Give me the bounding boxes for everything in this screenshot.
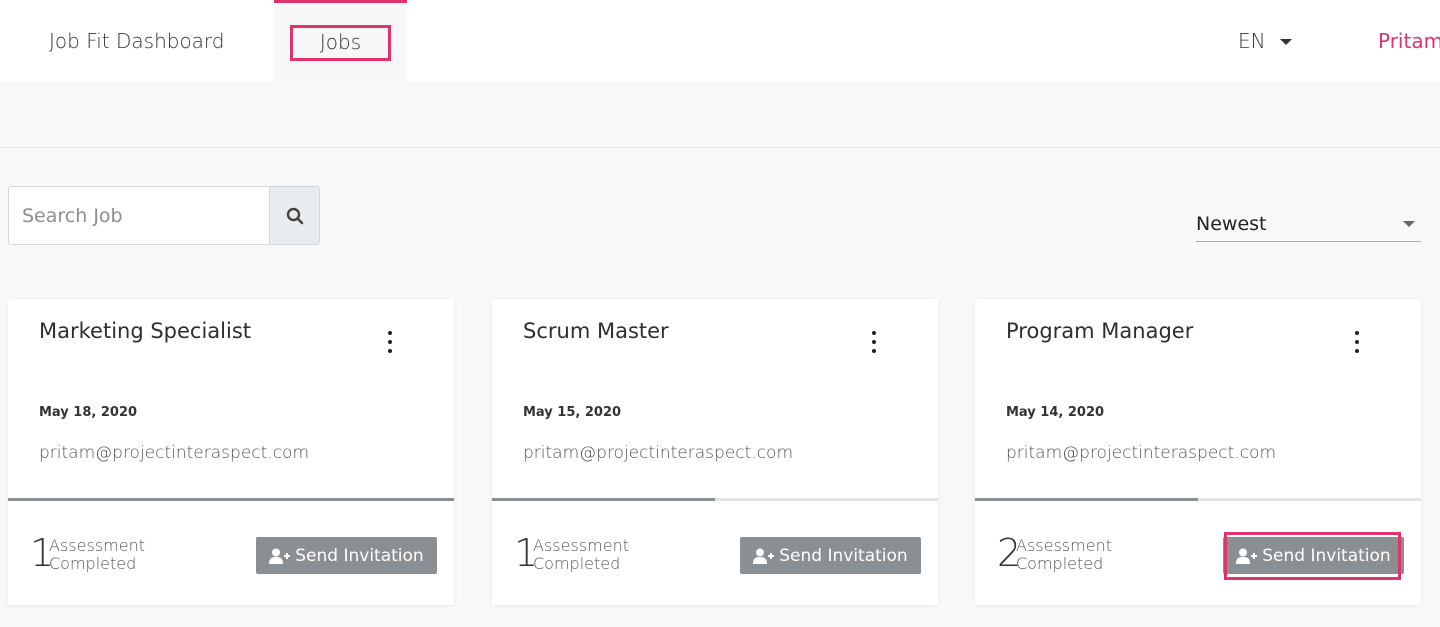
assessment-progress-bar xyxy=(492,498,938,501)
assessment-count-label: Assessment Completed xyxy=(49,537,145,573)
caret-down-icon xyxy=(1403,220,1415,227)
nav-dashboard-label: Job Fit Dashboard xyxy=(49,29,225,53)
nav-job-fit-dashboard[interactable]: Job Fit Dashboard xyxy=(49,0,225,82)
progress-fill xyxy=(492,498,715,501)
count-label-line-2: Completed xyxy=(533,554,621,573)
count-label-line-1: Assessment xyxy=(49,536,145,555)
language-label: EN xyxy=(1238,29,1266,53)
job-email: pritam@projectinteraspect.com xyxy=(523,443,794,463)
assessment-count-label: Assessment Completed xyxy=(533,537,629,573)
job-card: Scrum Master May 15, 2020 pritam@project… xyxy=(492,299,938,605)
job-card: Marketing Specialist May 18, 2020 pritam… xyxy=(8,299,454,605)
job-title: Scrum Master xyxy=(523,319,669,343)
caret-down-icon xyxy=(1279,39,1292,45)
job-title: Program Manager xyxy=(1006,319,1194,343)
send-invitation-label: Send Invitation xyxy=(779,545,908,566)
job-title: Marketing Specialist xyxy=(39,319,252,343)
send-invitation-button[interactable]: Send Invitation xyxy=(1223,537,1404,574)
sort-select[interactable]: Newest xyxy=(1196,206,1421,242)
job-date: May 15, 2020 xyxy=(523,405,622,420)
header-divider xyxy=(0,147,1440,148)
job-email: pritam@projectinteraspect.com xyxy=(39,443,310,463)
more-vertical-icon[interactable] xyxy=(1347,331,1367,353)
sort-selected-value: Newest xyxy=(1196,212,1267,235)
assessment-progress-bar xyxy=(8,498,454,501)
job-card: Program Manager May 14, 2020 pritam@proj… xyxy=(975,299,1421,605)
progress-fill xyxy=(975,498,1198,501)
search-group xyxy=(8,186,320,245)
job-date: May 18, 2020 xyxy=(39,405,138,420)
count-label-line-1: Assessment xyxy=(533,536,629,555)
top-navbar: Job Fit Dashboard Jobs EN Pritam xyxy=(0,0,1440,82)
send-invitation-label: Send Invitation xyxy=(295,545,424,566)
user-plus-icon xyxy=(269,548,291,564)
assessment-count-label: Assessment Completed xyxy=(1016,537,1112,573)
search-icon xyxy=(286,207,304,225)
assessment-progress-bar xyxy=(975,498,1421,501)
user-menu[interactable]: Pritam xyxy=(1378,0,1440,82)
job-email: pritam@projectinteraspect.com xyxy=(1006,443,1277,463)
progress-fill xyxy=(8,498,454,501)
user-plus-icon xyxy=(1236,548,1258,564)
nav-jobs-tab[interactable]: Jobs xyxy=(274,0,407,82)
send-invitation-button[interactable]: Send Invitation xyxy=(256,537,437,574)
search-button[interactable] xyxy=(269,187,319,244)
send-invitation-button[interactable]: Send Invitation xyxy=(740,537,921,574)
nav-jobs-label: Jobs xyxy=(289,24,392,61)
count-label-line-2: Completed xyxy=(1016,554,1104,573)
count-label-line-1: Assessment xyxy=(1016,536,1112,555)
count-label-line-2: Completed xyxy=(49,554,137,573)
more-vertical-icon[interactable] xyxy=(380,331,400,353)
user-plus-icon xyxy=(753,548,775,564)
send-invitation-label: Send Invitation xyxy=(1262,545,1391,566)
more-vertical-icon[interactable] xyxy=(864,331,884,353)
user-name: Pritam xyxy=(1378,29,1440,53)
language-dropdown[interactable]: EN xyxy=(1238,0,1292,82)
search-job-input[interactable] xyxy=(9,187,269,244)
job-date: May 14, 2020 xyxy=(1006,405,1105,420)
